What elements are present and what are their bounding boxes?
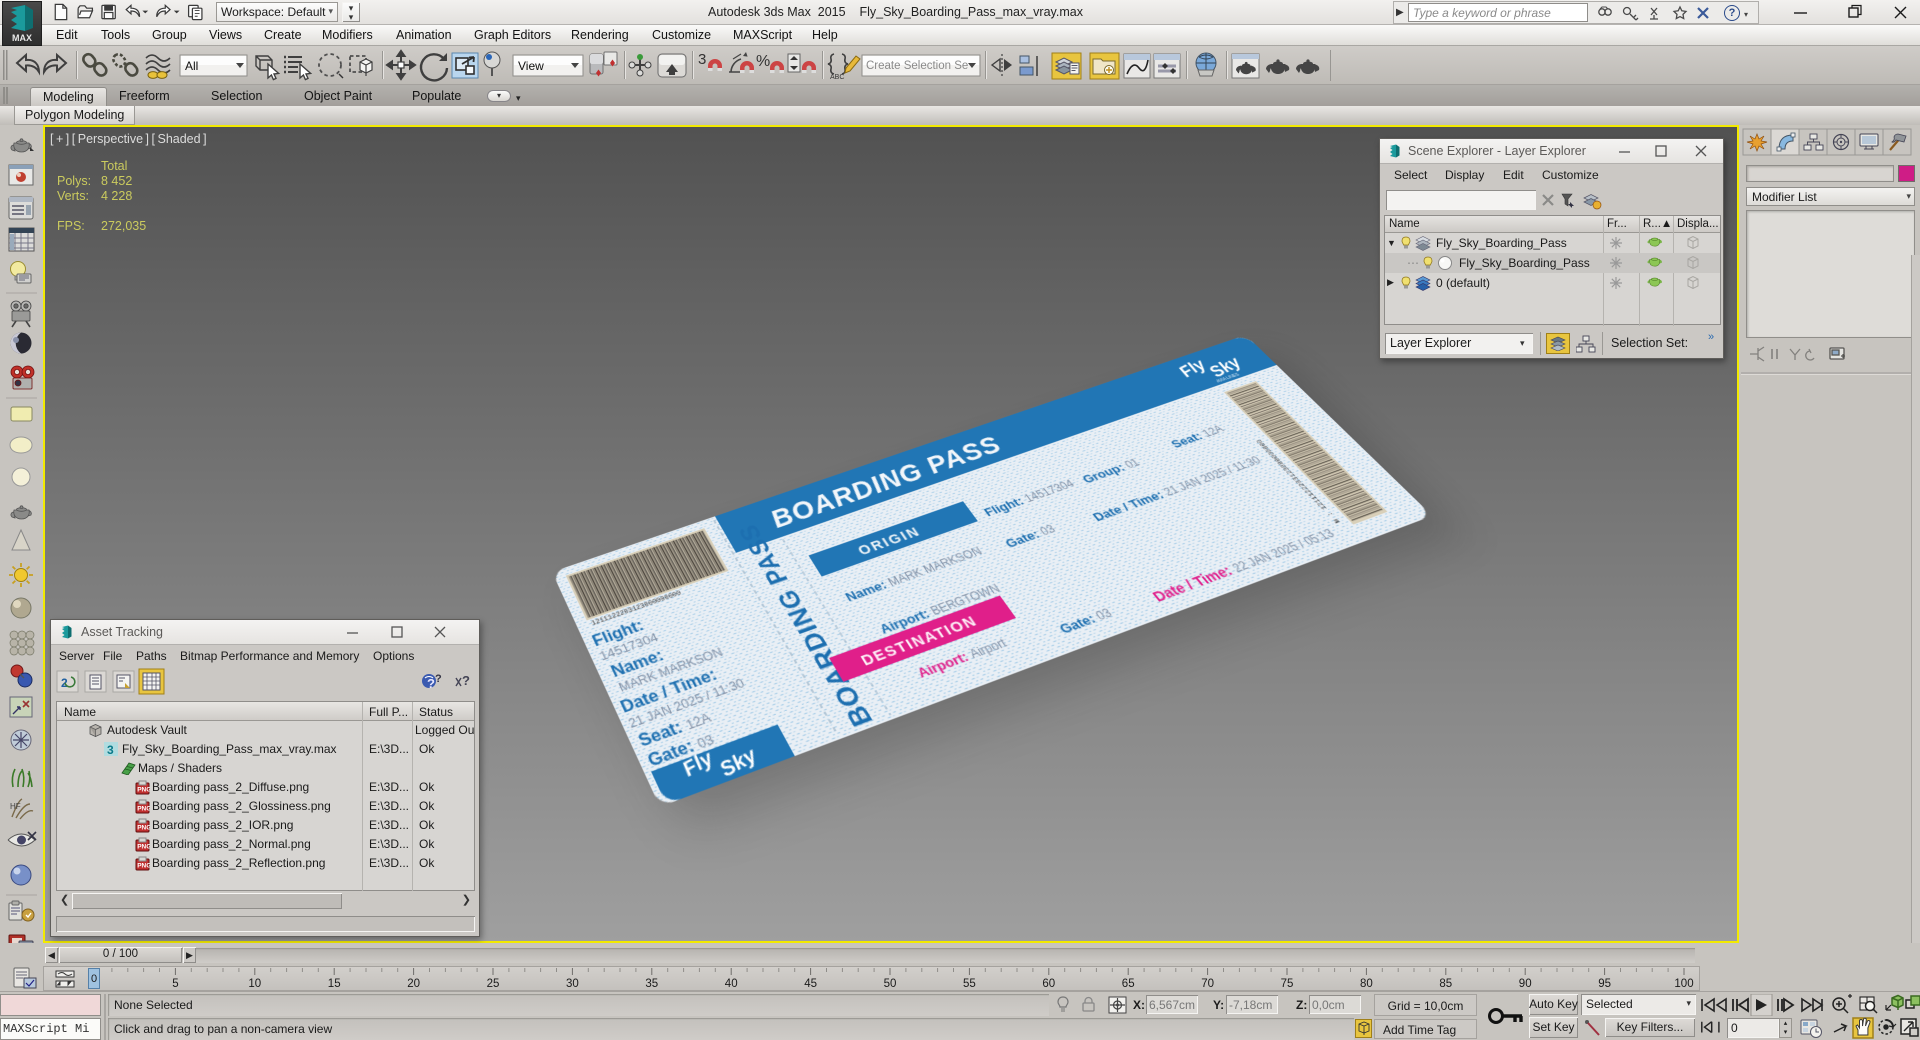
svg-text:40: 40 xyxy=(725,978,738,990)
svg-text:?: ? xyxy=(427,676,435,691)
svg-text:35: 35 xyxy=(645,978,658,990)
svg-text:PNG: PNG xyxy=(137,825,150,832)
svg-text:PNG: PNG xyxy=(137,844,150,851)
svg-text:70: 70 xyxy=(1201,978,1214,990)
svg-text:%: % xyxy=(756,53,770,70)
svg-text:50: 50 xyxy=(884,978,897,990)
svg-text:25: 25 xyxy=(487,978,500,990)
svg-text:60: 60 xyxy=(1042,978,1055,990)
svg-text:30: 30 xyxy=(566,978,579,990)
svg-text:3: 3 xyxy=(698,51,706,68)
svg-text:100: 100 xyxy=(1674,978,1693,990)
svg-text:75: 75 xyxy=(1281,978,1294,990)
svg-text:80: 80 xyxy=(1360,978,1373,990)
svg-text:95: 95 xyxy=(1598,978,1611,990)
svg-text:?: ? xyxy=(462,673,470,688)
svg-text:All: All xyxy=(185,59,198,73)
svg-text:85: 85 xyxy=(1439,978,1452,990)
svg-text:Create Selection Se: Create Selection Se xyxy=(866,60,968,72)
svg-text:HF: HF xyxy=(10,802,21,811)
svg-text:20: 20 xyxy=(407,978,420,990)
svg-text:2: 2 xyxy=(61,676,68,690)
svg-text:45: 45 xyxy=(804,978,817,990)
svg-text:65: 65 xyxy=(1122,978,1135,990)
svg-text:?: ? xyxy=(435,673,442,685)
svg-text:55: 55 xyxy=(963,978,976,990)
svg-text:PNG: PNG xyxy=(137,863,150,870)
svg-text:10: 10 xyxy=(248,978,261,990)
svg-text:View: View xyxy=(518,59,544,73)
svg-text:15: 15 xyxy=(328,978,341,990)
svg-text:3: 3 xyxy=(107,743,114,756)
svg-text:PNG: PNG xyxy=(137,806,150,813)
svg-text:5: 5 xyxy=(172,978,178,990)
svg-text:90: 90 xyxy=(1519,978,1532,990)
svg-text:ABC: ABC xyxy=(830,74,844,81)
svg-text:PNG: PNG xyxy=(137,787,150,794)
